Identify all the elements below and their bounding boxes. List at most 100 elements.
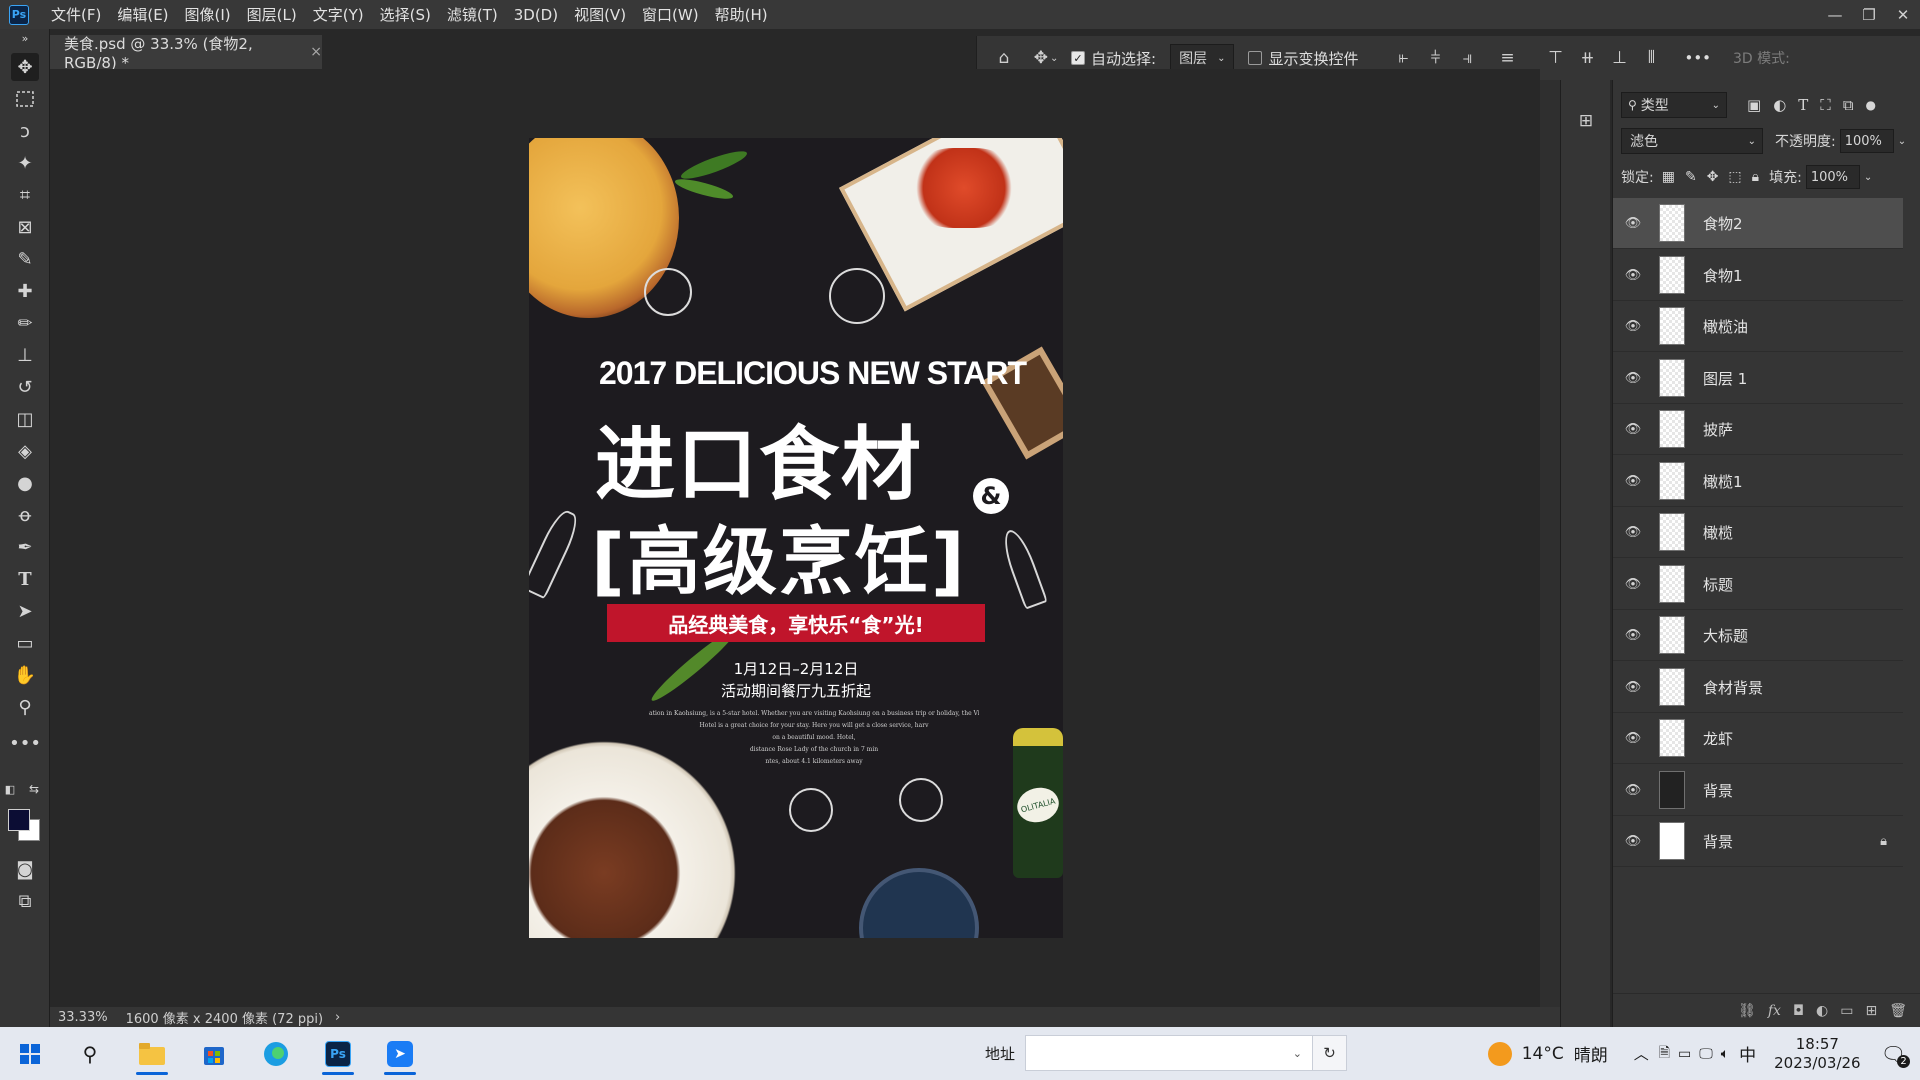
network-icon[interactable]: 🖵︎ bbox=[1699, 1046, 1713, 1062]
fill-slider-chevron-icon[interactable]: ⌄ bbox=[1864, 172, 1872, 183]
frame-tool-icon[interactable]: ⊠ bbox=[11, 213, 39, 241]
expand-toolbar-icon[interactable]: » bbox=[11, 31, 39, 45]
menu-edit[interactable]: 编辑(E) bbox=[109, 4, 176, 25]
notification-center-icon[interactable]: 🗨︎ 2 bbox=[1881, 1042, 1910, 1068]
menu-layer[interactable]: 图层(L) bbox=[239, 4, 305, 25]
menu-window[interactable]: 窗口(W) bbox=[634, 4, 707, 25]
layer-row[interactable]: 👁︎ 背景 🔒︎ bbox=[1613, 816, 1903, 867]
layer-style-fx-icon[interactable]: fx bbox=[1768, 1003, 1781, 1019]
filter-pixel-icon[interactable]: ▣ bbox=[1747, 96, 1761, 114]
menu-filter[interactable]: 滤镜(T) bbox=[439, 4, 506, 25]
add-mask-icon[interactable]: ◘ bbox=[1793, 1003, 1804, 1019]
pen-tool-icon[interactable]: ✒ bbox=[11, 533, 39, 561]
new-group-icon[interactable]: ▭ bbox=[1840, 1003, 1853, 1019]
layer-row[interactable]: 👁︎ 橄榄1 bbox=[1613, 456, 1903, 507]
align-bottom-icon[interactable]: ⊥ bbox=[1608, 47, 1630, 69]
eraser-tool-icon[interactable]: ◫ bbox=[11, 405, 39, 433]
layer-row[interactable]: 👁︎ 大标题 bbox=[1613, 610, 1903, 661]
auto-select-option[interactable]: ✓ 自动选择: bbox=[1071, 48, 1156, 69]
chevron-down-icon[interactable]: ⌄ bbox=[1293, 1047, 1302, 1060]
address-input[interactable]: ⌄ bbox=[1025, 1035, 1314, 1071]
battery-icon[interactable]: ▭ bbox=[1678, 1046, 1691, 1062]
eyedropper-tool-icon[interactable]: ✎ bbox=[11, 245, 39, 273]
document-tab[interactable]: 美食.psd @ 33.3% (食物2, RGB/8) * × bbox=[50, 35, 322, 72]
show-transform-checkbox[interactable] bbox=[1248, 51, 1263, 65]
microsoft-store-icon[interactable] bbox=[192, 1033, 236, 1075]
address-go-button[interactable]: ↻ bbox=[1313, 1035, 1348, 1071]
align-top-icon[interactable]: ⊤ bbox=[1544, 47, 1566, 69]
layer-lock-icon[interactable]: 🔒︎ bbox=[1880, 834, 1887, 849]
vertical-scrollbar[interactable] bbox=[1540, 80, 1560, 1010]
lock-transparent-icon[interactable]: ▦ bbox=[1662, 169, 1675, 185]
photoshop-logo-icon[interactable]: Ps bbox=[9, 4, 29, 25]
crop-tool-icon[interactable]: ⌗ bbox=[11, 181, 39, 209]
stamp-tool-icon[interactable]: ⊥ bbox=[11, 341, 39, 369]
file-explorer-icon[interactable] bbox=[130, 1033, 174, 1075]
layer-row[interactable]: 👁︎ 食物1 bbox=[1613, 250, 1903, 301]
feishu-app-icon[interactable]: ➤ bbox=[378, 1033, 422, 1075]
hand-tool-icon[interactable]: ✋ bbox=[11, 661, 39, 689]
align-center-h-icon[interactable]: ⫩ bbox=[1424, 47, 1446, 69]
history-brush-tool-icon[interactable]: ↺ bbox=[11, 373, 39, 401]
align-right-icon[interactable]: ⫣ bbox=[1456, 47, 1478, 69]
eye-icon[interactable]: 👁︎ bbox=[1613, 268, 1653, 283]
new-layer-icon[interactable]: ⊞ bbox=[1865, 1003, 1877, 1019]
more-options-button[interactable]: ••• bbox=[1684, 49, 1711, 67]
weather-condition[interactable]: 晴朗 bbox=[1574, 1041, 1608, 1066]
fill-input[interactable]: 100% bbox=[1805, 165, 1860, 189]
distribute-horizontal-icon[interactable]: ⫴ bbox=[1640, 47, 1662, 69]
adjustment-layer-icon[interactable]: ◐ bbox=[1816, 1003, 1828, 1019]
path-selection-tool-icon[interactable]: ➤ bbox=[11, 597, 39, 625]
delete-layer-icon[interactable]: 🗑︎ bbox=[1889, 1003, 1907, 1019]
healing-brush-tool-icon[interactable]: ✚ bbox=[11, 277, 39, 305]
menu-select[interactable]: 选择(S) bbox=[372, 4, 439, 25]
paint-bucket-tool-icon[interactable]: ◈ bbox=[11, 437, 39, 465]
menu-type[interactable]: 文字(Y) bbox=[305, 4, 372, 25]
type-tool-icon[interactable]: T bbox=[11, 565, 39, 593]
link-layers-icon[interactable]: ⛓ bbox=[1738, 1003, 1756, 1019]
magic-wand-tool-icon[interactable]: ✦ bbox=[11, 149, 39, 177]
lock-artboard-icon[interactable]: ⬚ bbox=[1728, 169, 1741, 185]
home-icon[interactable]: ⌂ bbox=[993, 47, 1015, 69]
layer-row[interactable]: 👁︎ 食物2 bbox=[1613, 198, 1903, 249]
weather-sun-icon[interactable] bbox=[1487, 1041, 1512, 1066]
eye-icon[interactable]: 👁︎ bbox=[1613, 628, 1653, 643]
filter-type-icon[interactable]: T bbox=[1798, 96, 1808, 114]
eye-icon[interactable]: 👁︎ bbox=[1613, 319, 1653, 334]
opacity-slider-chevron-icon[interactable]: ⌄ bbox=[1898, 136, 1906, 147]
default-colors-icon[interactable]: ◧ bbox=[2, 781, 18, 797]
screen-mode-icon[interactable]: ⧉ bbox=[11, 887, 39, 915]
usb-icon[interactable]: 🗎︎ bbox=[1659, 1042, 1670, 1066]
status-menu-arrow-icon[interactable]: › bbox=[335, 1010, 340, 1025]
restore-button[interactable]: ❐ bbox=[1852, 0, 1886, 29]
move-tool-icon[interactable]: ✥ bbox=[11, 53, 39, 81]
close-tab-icon[interactable]: × bbox=[310, 44, 322, 60]
search-icon[interactable]: ⚲ bbox=[68, 1033, 112, 1075]
eye-icon[interactable]: 👁︎ bbox=[1613, 525, 1653, 540]
layer-row[interactable]: 👁︎ 图层 1 bbox=[1613, 353, 1903, 404]
align-left-icon[interactable]: ⫦ bbox=[1392, 47, 1414, 69]
blend-mode-dropdown[interactable]: 滤色 ⌄ bbox=[1621, 128, 1763, 154]
lock-position-icon[interactable]: ✥ bbox=[1707, 169, 1719, 185]
eye-icon[interactable]: 👁︎ bbox=[1613, 422, 1653, 437]
input-method-indicator[interactable]: 中 bbox=[1739, 1041, 1756, 1066]
edge-browser-icon[interactable] bbox=[254, 1033, 298, 1075]
layer-row[interactable]: 👁︎ 橄榄油 bbox=[1613, 301, 1903, 352]
eye-icon[interactable]: 👁︎ bbox=[1613, 783, 1653, 798]
lock-all-icon[interactable]: 🔒︎ bbox=[1752, 169, 1759, 185]
zoom-tool-icon[interactable]: ⚲ bbox=[11, 693, 39, 721]
filter-toggle-icon[interactable]: ● bbox=[1866, 98, 1876, 112]
zoom-level[interactable]: 33.33% bbox=[58, 1010, 108, 1025]
document-canvas[interactable]: OLITALIA 2017 DELICIOUS NEW START 进口食材 &… bbox=[529, 138, 1063, 938]
volume-icon[interactable]: 🔈︎ bbox=[1721, 1046, 1729, 1062]
layer-row[interactable]: 👁︎ 标题 bbox=[1613, 559, 1903, 610]
more-tools-icon[interactable]: ••• bbox=[9, 729, 41, 757]
brush-tool-icon[interactable]: ✏ bbox=[11, 309, 39, 337]
close-button[interactable]: ✕ bbox=[1886, 0, 1920, 29]
rectangle-tool-icon[interactable]: ▭ bbox=[11, 629, 39, 657]
eye-icon[interactable]: 👁︎ bbox=[1613, 474, 1653, 489]
blur-tool-icon[interactable]: ● bbox=[11, 469, 39, 497]
swap-colors-icon[interactable]: ⇆ bbox=[26, 781, 42, 797]
layer-row[interactable]: 👁︎ 披萨 bbox=[1613, 404, 1903, 455]
chevron-up-icon[interactable]: ︿ bbox=[1634, 1043, 1649, 1064]
